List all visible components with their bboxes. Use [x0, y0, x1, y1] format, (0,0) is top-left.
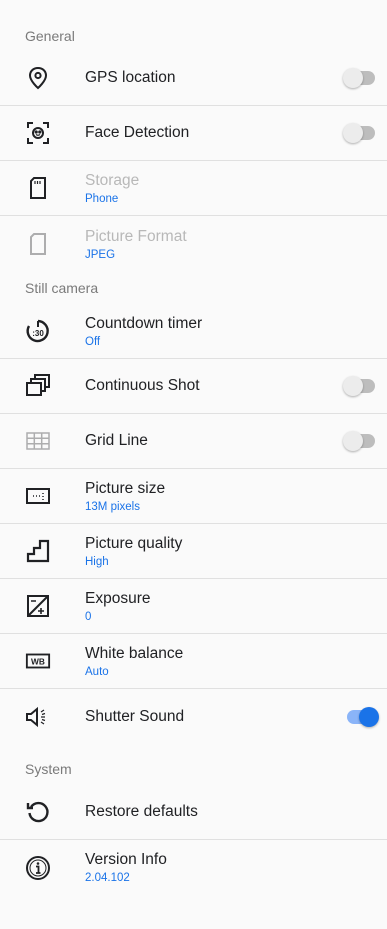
exposure-icon	[25, 593, 51, 619]
grid-icon	[25, 428, 51, 454]
setting-white-balance[interactable]: WB White balance Auto	[0, 634, 387, 689]
setting-exposure[interactable]: Exposure 0	[0, 579, 387, 634]
timer-icon: :30	[25, 318, 51, 344]
countdown-timer-value: Off	[85, 335, 101, 348]
setting-face-detection[interactable]: Face Detection	[0, 106, 387, 161]
version-info-value: 2.04.102	[85, 872, 130, 884]
storage-value: Phone	[85, 192, 119, 205]
picture-size-label: Picture size	[85, 479, 166, 497]
picture-quality-value: High	[85, 555, 109, 568]
setting-countdown-timer[interactable]: :30 Countdown timer Off	[0, 304, 387, 359]
quality-stairs-icon	[25, 538, 51, 564]
setting-picture-quality[interactable]: Picture quality High	[0, 524, 387, 579]
restore-icon	[25, 799, 51, 825]
location-pin-icon	[25, 65, 51, 91]
svg-text::30: :30	[32, 329, 44, 338]
grid-line-toggle[interactable]	[343, 431, 379, 451]
picture-format-label: Picture Format	[85, 227, 187, 245]
white-balance-value: Auto	[85, 665, 109, 678]
face-detection-toggle[interactable]	[343, 123, 379, 143]
exposure-value: 0	[85, 610, 92, 623]
setting-continuous-shot[interactable]: Continuous Shot	[0, 359, 387, 414]
section-header-general: General	[25, 28, 75, 44]
gps-location-toggle[interactable]	[343, 67, 379, 88]
continuous-shot-toggle[interactable]	[343, 376, 379, 396]
setting-storage[interactable]: Storage Phone	[0, 161, 387, 216]
setting-picture-size[interactable]: Picture size 13M pixels	[0, 469, 387, 524]
face-detection-label: Face Detection	[85, 124, 190, 141]
version-info-label: Version Info	[85, 851, 167, 868]
setting-picture-format[interactable]: Picture Format JPEG	[0, 216, 387, 272]
restore-defaults-label: Restore defaults	[85, 803, 198, 820]
shutter-sound-label: Shutter Sound	[85, 708, 185, 725]
burst-icon	[25, 373, 51, 399]
grid-line-label: Grid Line	[85, 432, 148, 449]
countdown-timer-label: Countdown timer	[85, 314, 203, 332]
section-header-system: System	[25, 761, 72, 777]
setting-shutter-sound[interactable]: Shutter Sound	[0, 689, 387, 745]
setting-restore-defaults[interactable]: Restore defaults	[0, 785, 387, 840]
svg-text:WB: WB	[31, 657, 45, 667]
shutter-sound-toggle[interactable]	[343, 707, 379, 727]
picture-size-icon	[25, 483, 51, 509]
section-header-still-camera: Still camera	[25, 280, 99, 296]
setting-grid-line[interactable]: Grid Line	[0, 414, 387, 469]
file-icon	[25, 231, 51, 257]
speaker-icon	[25, 704, 51, 730]
sd-card-icon	[25, 175, 51, 201]
exposure-label: Exposure	[85, 589, 151, 607]
picture-format-value: JPEG	[85, 248, 116, 261]
picture-quality-label: Picture quality	[85, 534, 183, 552]
face-detection-icon	[25, 120, 51, 146]
setting-gps-location[interactable]: GPS location	[0, 50, 387, 106]
setting-version-info[interactable]: Version Info 2.04.102	[0, 840, 387, 895]
white-balance-icon: WB	[25, 648, 51, 674]
continuous-shot-label: Continuous Shot	[85, 377, 200, 394]
picture-size-value: 13M pixels	[85, 500, 140, 513]
white-balance-label: White balance	[85, 644, 184, 662]
info-icon	[25, 855, 51, 881]
gps-location-label: GPS location	[85, 68, 176, 86]
storage-label: Storage	[85, 171, 140, 189]
